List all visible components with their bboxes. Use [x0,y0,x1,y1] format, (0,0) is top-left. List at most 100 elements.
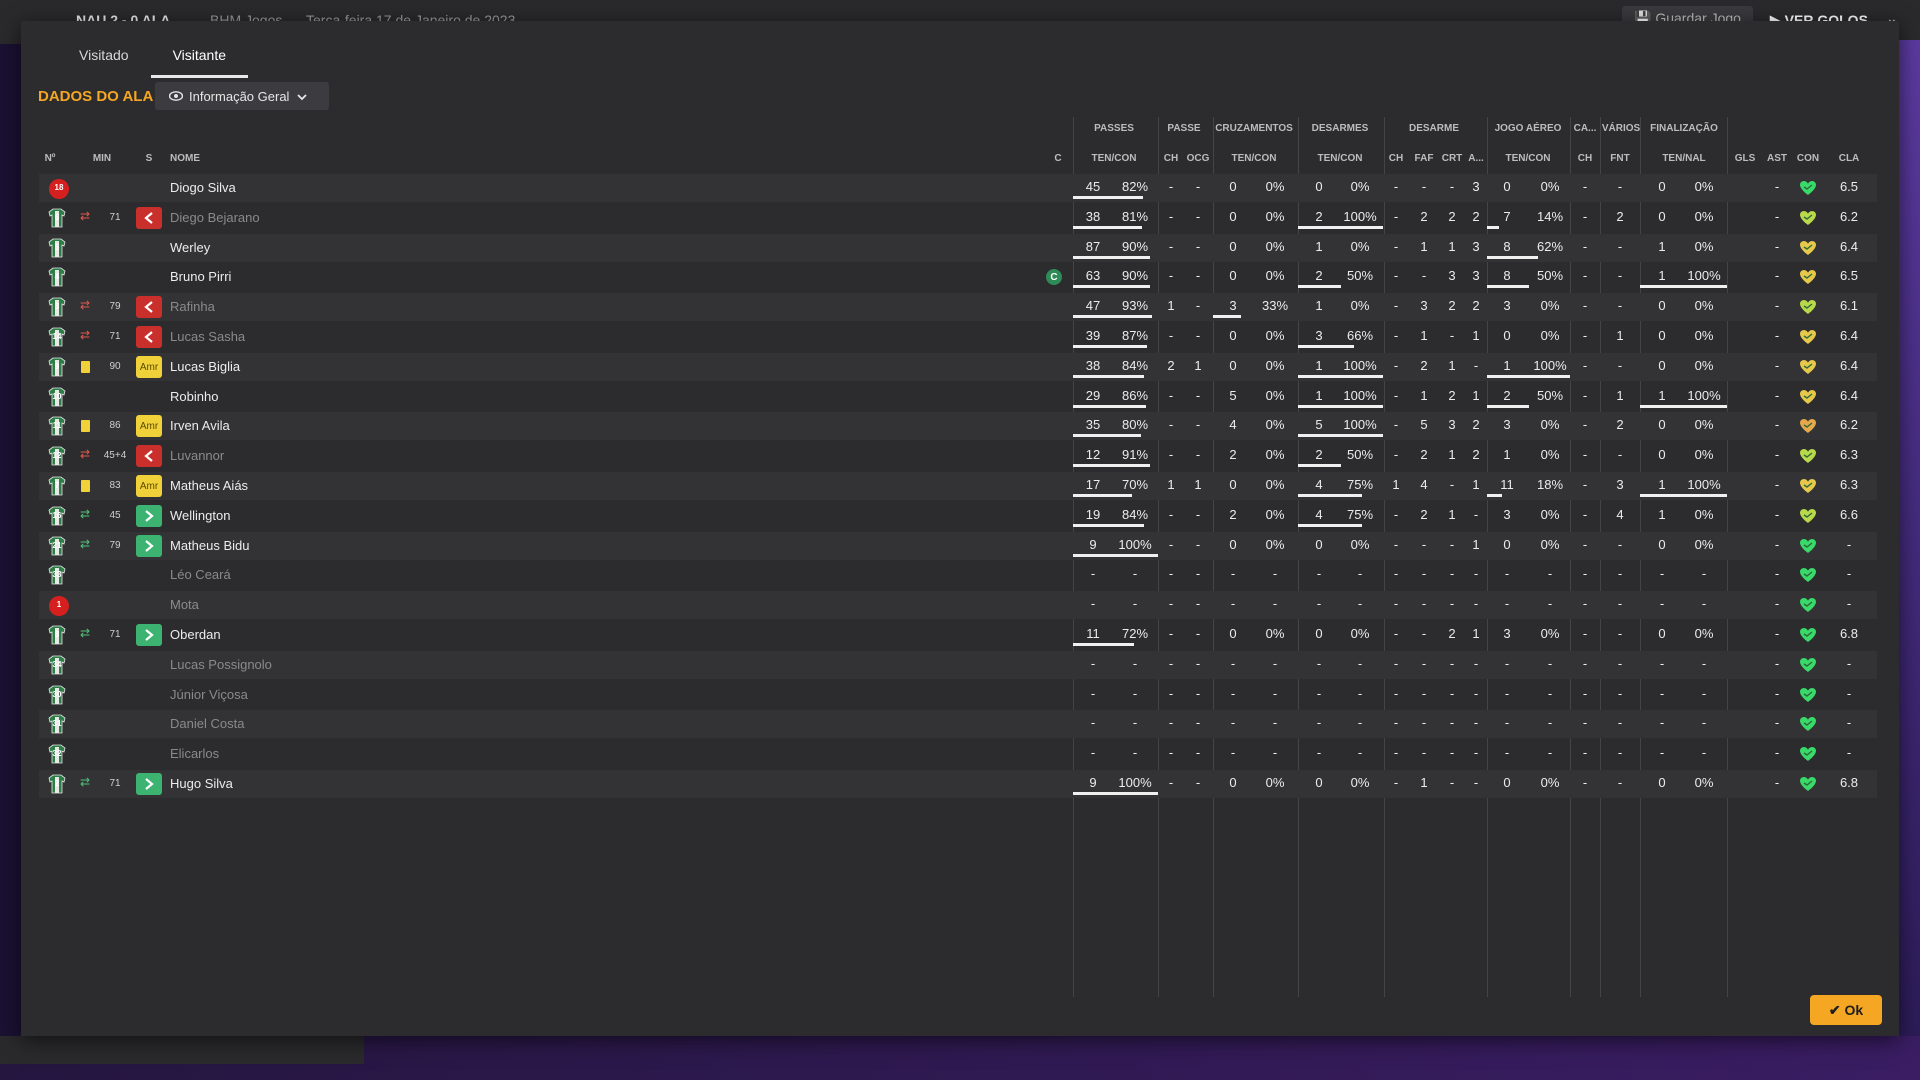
column-header-nome[interactable]: NOME [170,153,200,164]
assists: - [1774,239,1780,254]
passe-ocg: - [1195,268,1201,283]
table-row[interactable] [39,710,1877,738]
table-row[interactable] [39,591,1877,619]
player-rating: 6.6 [1839,507,1859,522]
desarme-crt: 1 [1448,447,1456,462]
desarme-ch: - [1393,686,1399,701]
table-row[interactable] [39,561,1877,589]
player-rating: - [1846,537,1852,552]
aerial-percent: 0% [1540,298,1560,313]
group-header-finalizacao: FINALIZAÇÃO [1650,123,1718,134]
column-header-aereo[interactable]: TEN/CON [1498,153,1558,164]
crosses-attempts: 0 [1229,626,1237,641]
column-header-passes[interactable]: TEN/CON [1084,153,1144,164]
player-name[interactable]: Luvannor [170,448,224,463]
table-row[interactable] [39,502,1877,530]
player-name[interactable]: Mota [170,597,199,612]
table-row[interactable] [39,681,1877,709]
desarme-a: - [1473,566,1479,581]
passes-attempts: - [1090,715,1096,730]
table-row[interactable] [39,740,1877,768]
player-name[interactable]: Léo Ceará [170,567,231,582]
player-name[interactable]: Diego Bejarano [170,210,260,225]
player-name[interactable]: Hugo Silva [170,776,233,791]
player-name[interactable]: Lucas Biglia [170,359,240,374]
column-header-no[interactable]: Nº [20,153,80,164]
player-name[interactable]: Robinho [170,389,218,404]
shots-attempts: 1 [1658,268,1666,283]
player-name[interactable]: Matheus Aiás [170,478,248,493]
table-row[interactable] [39,412,1877,440]
shots-attempts: 0 [1658,447,1666,462]
ok-button[interactable]: ✔ Ok [1810,995,1882,1025]
table-row[interactable] [39,204,1877,232]
player-name[interactable]: Diogo Silva [170,180,236,195]
aerial-percent: 0% [1540,447,1560,462]
desarme-faf: 1 [1420,388,1428,403]
player-name[interactable]: Lucas Sasha [170,329,245,344]
player-rating: 6.4 [1839,358,1859,373]
player-name[interactable]: Bruno Pirri [170,269,231,284]
table-row[interactable] [39,442,1877,470]
player-name[interactable]: Elicarlos [170,746,219,761]
minute-played: 79 [109,540,121,551]
crosses-percent: 0% [1265,179,1285,194]
table-row[interactable] [39,621,1877,649]
condition-heart-icon [1799,776,1817,792]
table-row[interactable] [39,472,1877,500]
passe-ocg: - [1195,686,1201,701]
table-row[interactable] [39,353,1877,381]
column-header-c[interactable]: C [1028,153,1088,164]
column-header-ocg[interactable]: OCG [1168,153,1228,164]
yellow-card-badge: Amr [136,475,162,497]
table-row[interactable] [39,323,1877,351]
passe-ocg: - [1195,298,1201,313]
shirt-number: 16 [52,511,62,520]
player-name[interactable]: Rafinha [170,299,215,314]
tackles-percent: 0% [1350,626,1370,641]
table-row[interactable] [39,532,1877,560]
player-name[interactable]: Wellington [170,508,230,523]
table-row[interactable] [39,174,1877,202]
desarme-crt: - [1449,775,1455,790]
assists: - [1774,179,1780,194]
tab-visitado[interactable]: Visitado [57,47,151,78]
table-row[interactable] [39,293,1877,321]
table-row[interactable] [39,383,1877,411]
column-header-des[interactable]: TEN/CON [1310,153,1370,164]
column-header-fin[interactable]: TEN/NAL [1654,153,1714,164]
player-rating: 6.8 [1839,775,1859,790]
table-row[interactable] [39,770,1877,798]
player-shirt-icon: 9 [48,357,70,379]
shots-attempts: - [1659,745,1665,760]
player-rating: 6.4 [1839,328,1859,343]
table-row[interactable] [39,263,1877,291]
column-header-cla[interactable]: CLA [1819,153,1879,164]
column-header-d_a[interactable]: A... [1446,153,1506,164]
player-name[interactable]: Daniel Costa [170,716,244,731]
column-header-cruz[interactable]: TEN/CON [1224,153,1284,164]
desarme-crt: - [1449,656,1455,671]
tab-visitante[interactable]: Visitante [150,47,249,78]
subbed-on-icon [136,773,162,795]
passes-percent: 90% [1121,239,1149,254]
player-name[interactable]: Júnior Viçosa [170,687,248,702]
player-name[interactable]: Oberdan [170,627,221,642]
table-row[interactable] [39,234,1877,262]
table-row[interactable] [39,651,1877,679]
player-rating: 6.8 [1839,626,1859,641]
tackles-bar [1298,494,1362,497]
player-name[interactable]: Werley [170,240,210,255]
condition-heart-icon [1799,478,1817,494]
player-name[interactable]: Lucas Possignolo [170,657,272,672]
assists: - [1774,745,1780,760]
player-name[interactable]: Matheus Bidu [170,538,250,553]
column-header-fnt[interactable]: FNT [1590,153,1650,164]
passes-bar [1073,256,1150,259]
tackles-attempts: 4 [1315,477,1323,492]
player-name[interactable]: Irven Avila [170,418,230,433]
player-shirt-icon: 5 [48,238,70,260]
view-select-dropdown[interactable]: Informação Geral [155,82,329,110]
passe-ocg: - [1195,626,1201,641]
passe-ch: - [1168,507,1174,522]
